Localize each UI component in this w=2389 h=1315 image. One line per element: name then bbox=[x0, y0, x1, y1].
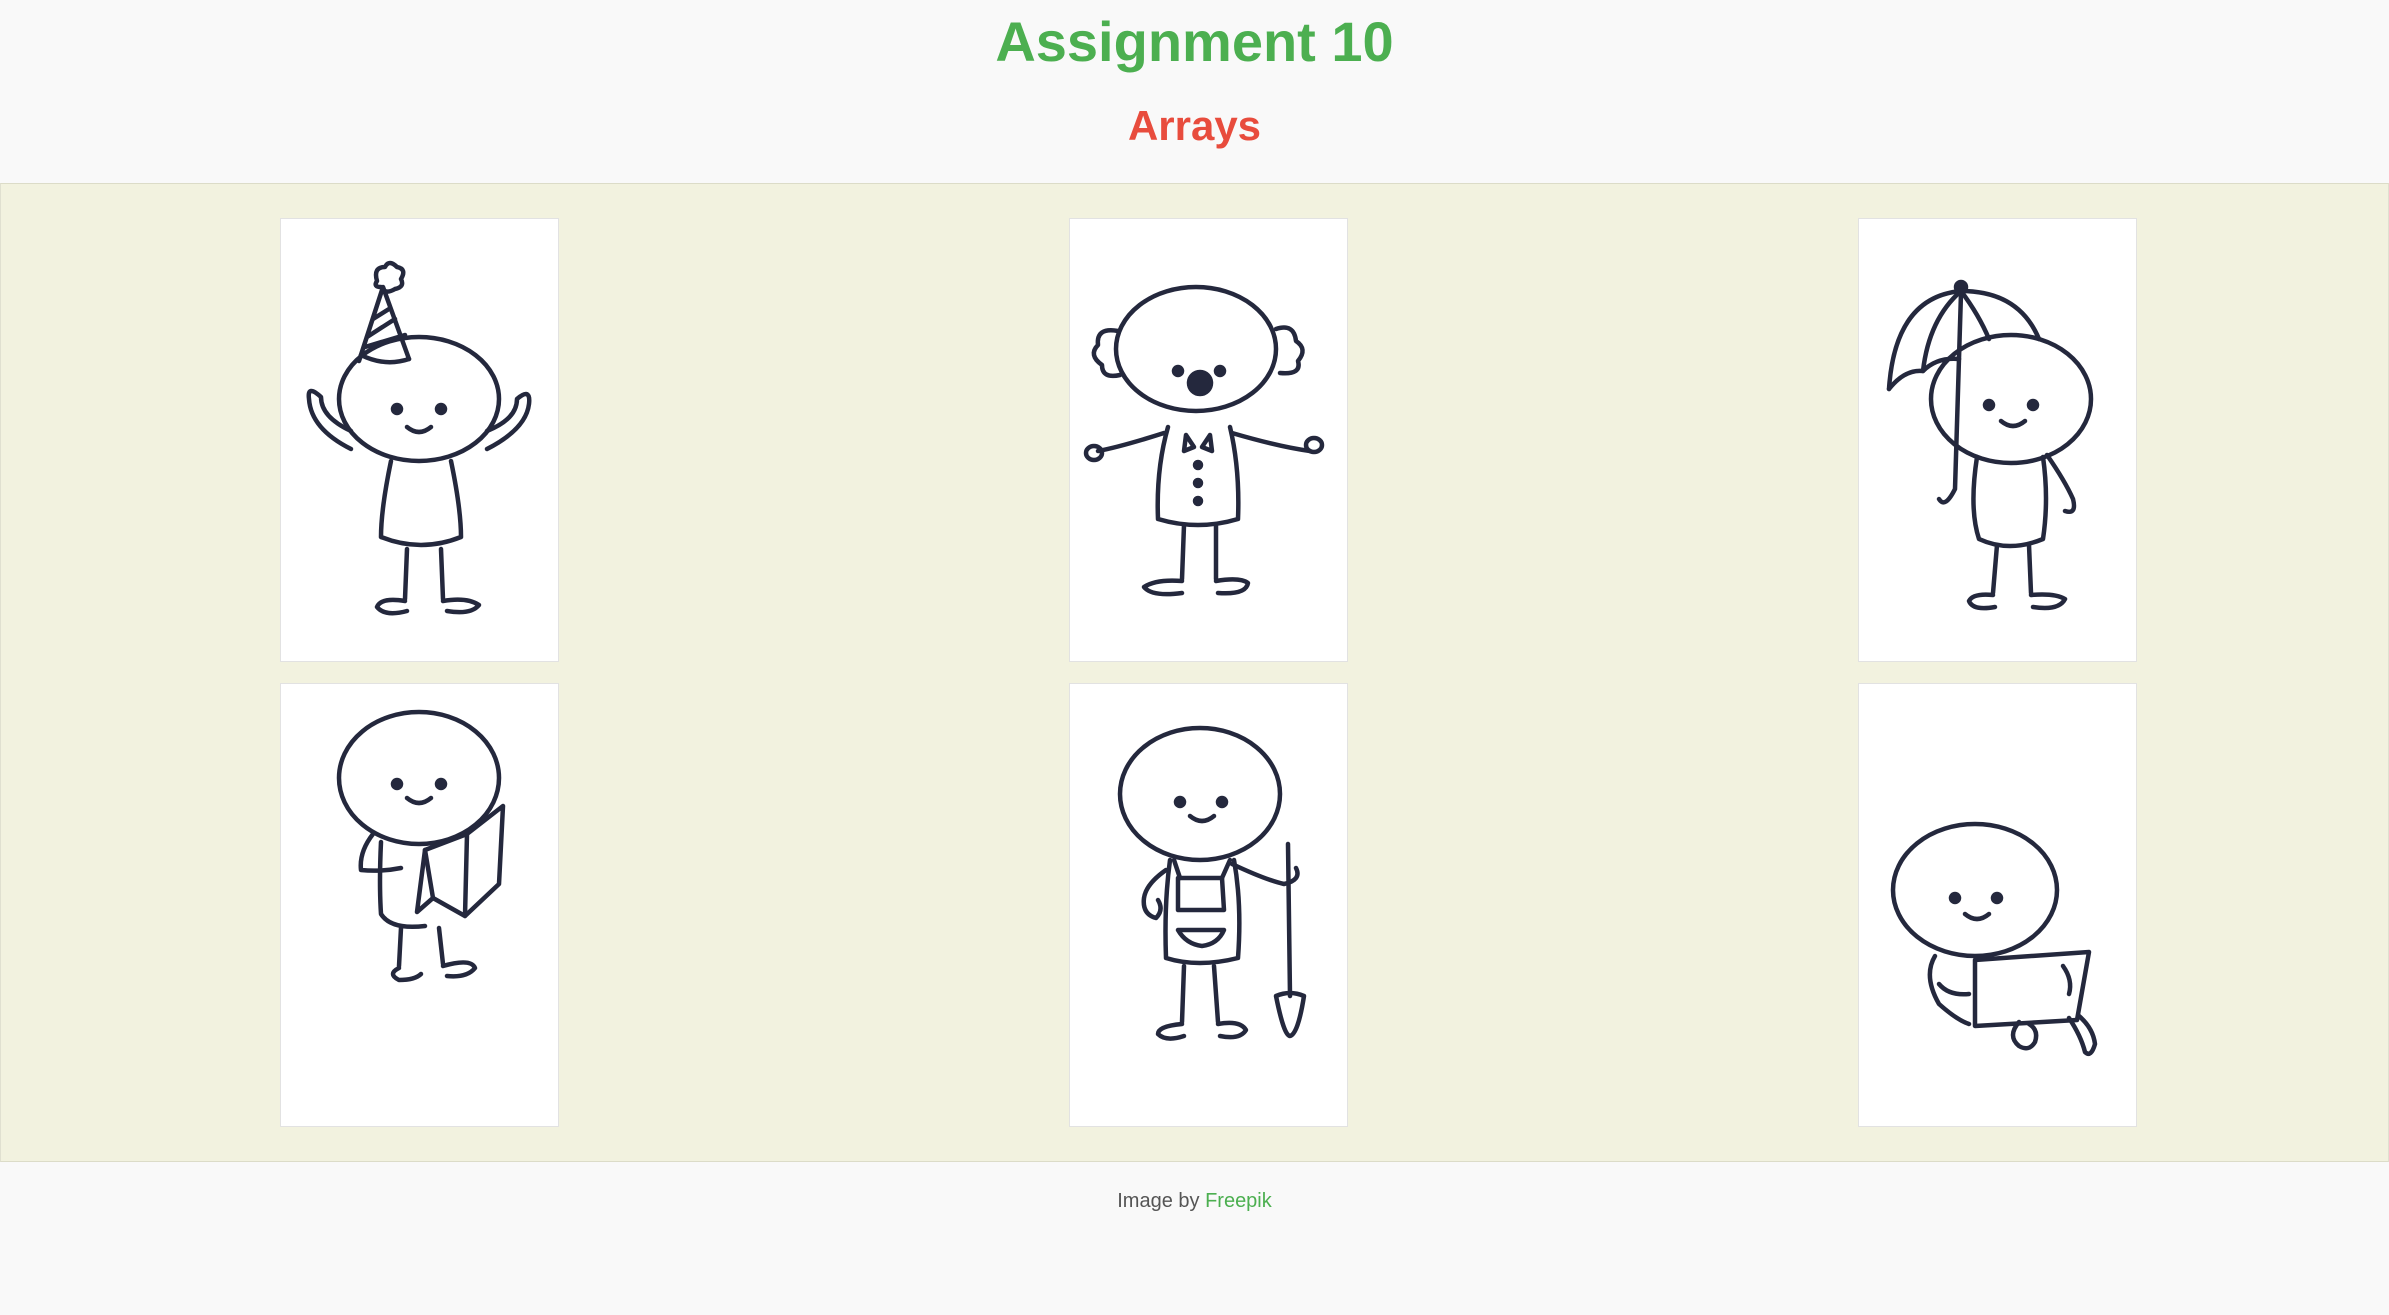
stick-figure-reading-book-icon bbox=[336, 709, 506, 983]
page-header: Assignment 10 Arrays bbox=[0, 0, 2389, 183]
gallery-card bbox=[1858, 683, 2137, 1127]
stick-figure-party-hat-icon bbox=[306, 260, 532, 616]
stick-figure-clown-icon bbox=[1083, 284, 1325, 597]
gallery-card bbox=[1069, 683, 1348, 1127]
stick-figure-gardener-shovel-icon bbox=[1117, 725, 1307, 1041]
page-footer: Image by Freepik bbox=[0, 1190, 2389, 1213]
stick-figure-laptop-icon bbox=[1890, 821, 2098, 1056]
stick-figure-umbrella-icon bbox=[1886, 279, 2094, 611]
page-title: Assignment 10 bbox=[995, 10, 1394, 73]
gallery-card bbox=[1858, 218, 2137, 662]
page-subtitle: Arrays bbox=[1127, 102, 1262, 149]
gallery-card bbox=[280, 218, 559, 662]
gallery-card bbox=[1069, 218, 1348, 662]
image-gallery bbox=[0, 183, 2389, 1162]
gallery-card bbox=[280, 683, 559, 1127]
freepik-link[interactable]: Freepik bbox=[1205, 1190, 1272, 1212]
image-credit-prefix: Image by bbox=[1117, 1190, 1200, 1212]
